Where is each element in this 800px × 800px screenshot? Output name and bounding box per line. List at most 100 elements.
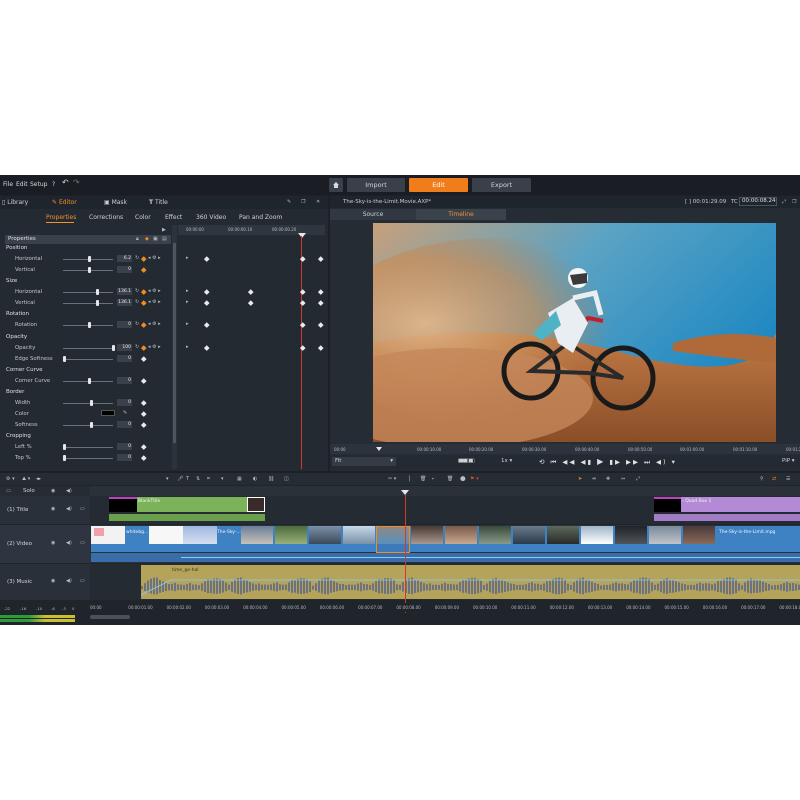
eye-all-icon[interactable]: ◉: [51, 488, 55, 494]
section-size[interactable]: Size: [6, 278, 17, 284]
trash-icon[interactable]: 🗑︎: [447, 476, 453, 482]
undo-icon[interactable]: ↶: [62, 178, 69, 187]
keyframe-nav-icon[interactable]: ▸: [186, 299, 189, 305]
keyframe-toggle[interactable]: [141, 300, 147, 306]
slider-knob[interactable]: [88, 377, 91, 384]
trim-tool-icon[interactable]: ⇹: [592, 476, 596, 482]
property-value-field[interactable]: 0: [117, 321, 132, 329]
property-value-field[interactable]: 0: [117, 354, 132, 362]
track-music-eye-icon[interactable]: ◉: [51, 578, 55, 584]
lock-icon[interactable]: 🔒︎: [136, 236, 139, 242]
speed-select[interactable]: 1x ▾: [501, 458, 512, 464]
audio-ducking-icon[interactable]: ◫: [284, 476, 289, 482]
kf-playhead-marker[interactable]: [298, 233, 306, 238]
section-border[interactable]: Border: [6, 389, 24, 395]
zoom-fit-select[interactable]: Fit ▾: [332, 457, 396, 466]
track-title[interactable]: (1) Title ◉ ◀) ▭: [0, 496, 90, 524]
slider-knob[interactable]: [63, 455, 66, 462]
keyframe-marker[interactable]: [300, 344, 306, 350]
keyframe-nav-icon[interactable]: ▸: [186, 344, 189, 350]
menu-setup[interactable]: Setup: [30, 181, 47, 188]
keyframe-marker[interactable]: [204, 344, 210, 350]
property-slider[interactable]: [63, 458, 113, 460]
keyframe-toggle[interactable]: [141, 289, 147, 295]
lock-all-icon[interactable]: ▭: [6, 488, 11, 494]
section-opacity[interactable]: Opacity: [6, 334, 27, 340]
reset-icon[interactable]: ▣: [153, 236, 158, 242]
title-clip-blank[interactable]: BlankTitle: [109, 497, 265, 512]
audio-scrub-icon[interactable]: ▮▮▮▮▮▯▮▮▯: [458, 458, 475, 464]
keyframe-toggle[interactable]: [141, 400, 147, 406]
fold-icon[interactable]: ◂▸: [36, 476, 41, 482]
roll-tool-icon[interactable]: ⇔: [621, 476, 625, 482]
subtab-effect[interactable]: Effect: [165, 214, 182, 221]
import-tab[interactable]: Import: [347, 178, 405, 192]
reset-param-icon[interactable]: ↻: [135, 299, 139, 305]
expand-tool-icon[interactable]: ⤢: [636, 476, 640, 482]
keyframe-controls-icon[interactable]: ◂ ⚙ ▸: [148, 321, 161, 327]
razor-tool-icon[interactable]: ✂ ▾: [388, 476, 396, 482]
slip-tool-icon[interactable]: ✥: [606, 476, 610, 482]
property-value-field[interactable]: 0: [117, 398, 132, 406]
split-icon[interactable]: ⎮: [408, 476, 411, 482]
copy-icon[interactable]: ❐: [301, 199, 305, 205]
property-value-field[interactable]: 0: [117, 454, 132, 462]
border-color-swatch[interactable]: [101, 409, 115, 416]
keyframe-toggle[interactable]: [141, 422, 147, 428]
slider-knob[interactable]: [88, 322, 91, 329]
pen-icon[interactable]: ✎: [287, 199, 291, 205]
voiceover-icon[interactable]: 🎤︎: [177, 476, 183, 482]
eyedropper-icon[interactable]: ✎: [123, 410, 127, 416]
track-title-monitor-icon[interactable]: ▭: [80, 506, 85, 512]
property-value-field[interactable]: 0: [117, 266, 132, 274]
home-button[interactable]: [329, 178, 343, 192]
export-tab[interactable]: Export: [472, 178, 531, 192]
property-value-field[interactable]: 0: [117, 443, 132, 451]
tab-editor[interactable]: ✎ Editor: [52, 199, 77, 211]
snap-icon[interactable]: ⇄: [772, 476, 776, 482]
track-music-monitor-icon[interactable]: ▭: [80, 578, 85, 584]
detach-icon[interactable]: ❐: [792, 199, 796, 205]
subtab-360-video[interactable]: 360 Video: [196, 214, 226, 221]
track-music[interactable]: (3) Music ◉ ◀) ▭: [0, 564, 90, 600]
slider-knob[interactable]: [88, 256, 91, 262]
keyframe-marker[interactable]: [248, 300, 254, 306]
tab-title[interactable]: T Title: [149, 199, 168, 211]
keyframe-toggle[interactable]: [141, 322, 147, 328]
keyframe-controls-icon[interactable]: ◂ ⚙ ▸: [148, 299, 161, 305]
track-options-icon[interactable]: ⛰ ▾: [22, 476, 30, 482]
track-video-eye-icon[interactable]: ◉: [51, 540, 55, 546]
track-video-monitor-icon[interactable]: ▭: [80, 540, 85, 546]
keyframe-controls-icon[interactable]: ◂ ⚙ ▸: [148, 344, 161, 350]
music-clip[interactable]: time_ge-hal: [141, 565, 800, 599]
motion-title-icon[interactable]: ⌗: [207, 476, 210, 482]
color-icon[interactable]: ◐: [253, 476, 257, 482]
property-slider[interactable]: [63, 402, 113, 404]
score-icon[interactable]: ⇅: [196, 476, 200, 482]
stopmotion-icon[interactable]: ▾: [221, 476, 224, 482]
slider-knob[interactable]: [90, 399, 93, 406]
property-slider[interactable]: [63, 347, 113, 349]
track-title-eye-icon[interactable]: ◉: [51, 506, 55, 512]
keyframe-toggle[interactable]: [141, 355, 147, 361]
property-value-field[interactable]: 100: [117, 343, 132, 351]
keyframe-nav-icon[interactable]: ▸: [186, 255, 189, 261]
keyframe-toggle[interactable]: [141, 411, 147, 417]
section-position[interactable]: Position: [6, 245, 27, 251]
subtab-properties[interactable]: Properties: [46, 214, 76, 221]
keyframe-toggle[interactable]: [141, 377, 147, 383]
keyframe-nav-icon[interactable]: ▸: [186, 288, 189, 294]
section-corner-curve[interactable]: Corner Curve: [6, 367, 42, 373]
track-music-speaker-icon[interactable]: ◀): [66, 578, 72, 584]
section-cropping[interactable]: Cropping: [6, 433, 31, 439]
edit-tab[interactable]: Edit: [409, 178, 468, 192]
keyframe-marker[interactable]: [204, 322, 210, 328]
keyframe-marker[interactable]: [248, 289, 254, 295]
subtab-color[interactable]: Color: [135, 214, 151, 221]
property-value-field[interactable]: 0: [117, 421, 132, 428]
add-track-icon[interactable]: ▾: [166, 476, 169, 482]
link-icon[interactable]: ⛓: [268, 476, 274, 482]
expand-arrow-icon[interactable]: ▶: [162, 227, 166, 233]
track-title-speaker-icon[interactable]: ◀): [66, 506, 72, 512]
timeline-h-scrollbar[interactable]: [90, 615, 130, 619]
